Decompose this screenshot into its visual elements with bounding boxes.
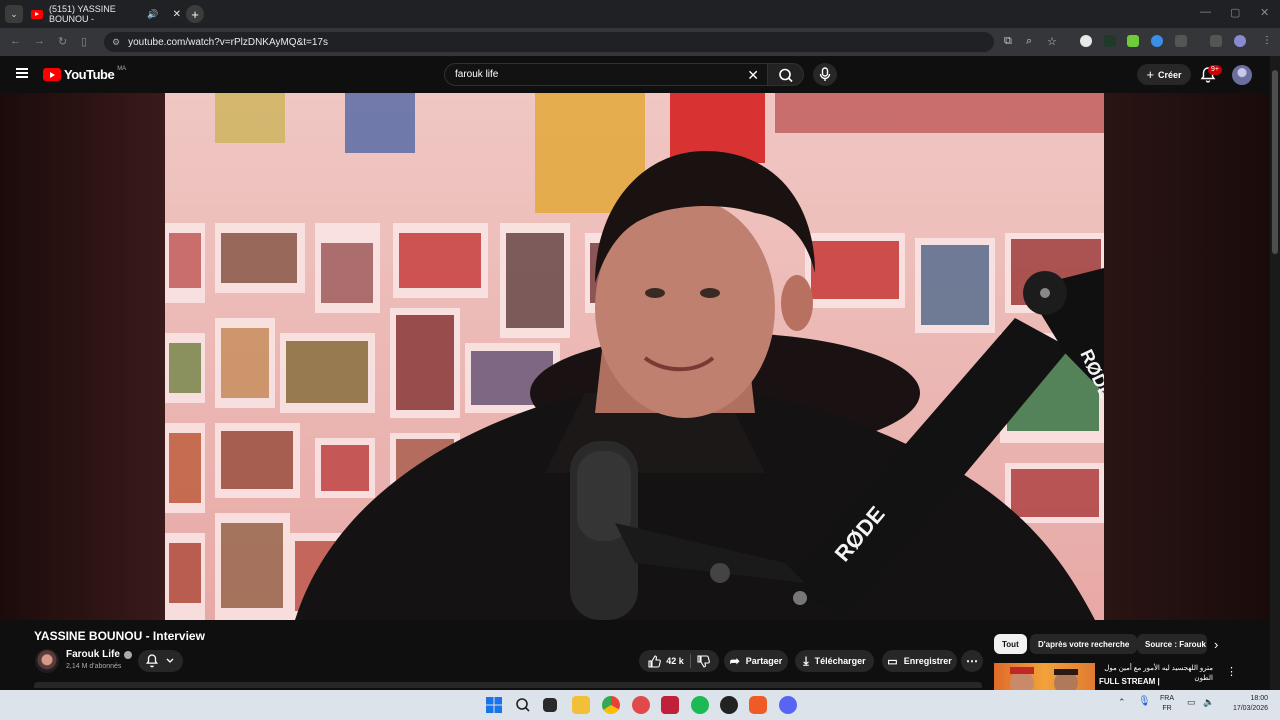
minimize-icon[interactable]: —: [1200, 6, 1211, 18]
thumbs-down-icon[interactable]: [697, 654, 710, 668]
chip-from-search[interactable]: D'après votre recherche: [1030, 634, 1138, 654]
tab-search-button[interactable]: ⌄: [5, 5, 23, 23]
app-icon[interactable]: [720, 696, 738, 714]
create-button[interactable]: + Créer: [1137, 64, 1191, 85]
url-field[interactable]: ⚙ youtube.com/watch?v=rPlzDNKAyMQ&t=17s: [104, 32, 994, 52]
more-horizontal-icon: ⋯: [966, 654, 978, 668]
plus-icon: +: [1146, 67, 1155, 82]
video-frame: RØDE RØDE: [165, 93, 1104, 620]
voice-search-button[interactable]: [813, 63, 837, 86]
download-button[interactable]: ⤓ Télécharger: [795, 650, 874, 672]
input-language[interactable]: FRA FR: [1160, 694, 1174, 714]
chrome-icon[interactable]: [602, 696, 620, 714]
search-button[interactable]: [767, 63, 804, 86]
zoom-icon[interactable]: ⌕: [1026, 35, 1032, 48]
recommended-video-subtitle: FULL STREAM |: [1099, 677, 1160, 686]
video-title: YASSINE BOUNOU - Interview: [34, 629, 205, 643]
extension-icon[interactable]: [1104, 35, 1116, 47]
save-playlist-icon: ▭: [887, 655, 898, 668]
youtube-play-icon: [43, 68, 61, 81]
browser-tab-bar: ⌄ (5151) YASSINE BOUNOU - 🔊 ✕ + — ▢ ✕: [0, 0, 1280, 28]
tab-title: (5151) YASSINE BOUNOU -: [49, 4, 116, 24]
url-text: youtube.com/watch?v=rPlzDNKAyMQ&t=17s: [128, 36, 328, 48]
forward-icon[interactable]: →: [34, 35, 45, 47]
download-icon: ⤓: [803, 653, 809, 668]
verified-badge-icon: [123, 650, 132, 659]
recommended-video-thumbnail[interactable]: [994, 663, 1095, 690]
youtube-logo[interactable]: YouTube MA: [43, 66, 126, 82]
app-icon[interactable]: [632, 696, 650, 714]
share-button[interactable]: ➦ Partager: [724, 650, 788, 672]
extension-icon[interactable]: [1127, 35, 1139, 47]
browser-tab[interactable]: (5151) YASSINE BOUNOU - 🔊 ✕: [27, 2, 181, 26]
reload-icon[interactable]: ↻: [58, 35, 67, 48]
subscriber-count: 2,14 M d'abonnés: [66, 663, 122, 670]
reading-list-icon[interactable]: [1210, 35, 1222, 47]
search-input[interactable]: farouk life ✕: [444, 63, 768, 86]
thumbs-up-icon: [648, 654, 662, 668]
extension-icon[interactable]: [1151, 35, 1163, 47]
like-divider: [689, 654, 691, 668]
close-window-icon[interactable]: ✕: [1260, 6, 1269, 19]
chevron-down-icon: [166, 658, 174, 663]
spotify-icon[interactable]: [691, 696, 709, 714]
clear-search-icon[interactable]: ✕: [747, 67, 759, 84]
discord-icon[interactable]: [779, 696, 797, 714]
recommendation-more-icon[interactable]: ⋮: [1226, 665, 1237, 678]
windows-start-icon[interactable]: [485, 696, 503, 714]
file-explorer-icon[interactable]: [572, 696, 590, 714]
extensions-puzzle-icon[interactable]: [1175, 35, 1187, 47]
network-icon[interactable]: ▭: [1187, 697, 1196, 708]
search-icon: [779, 68, 793, 83]
volume-icon[interactable]: 🔈: [1203, 697, 1214, 708]
youtube-header: YouTube MA farouk life ✕ + Créer 9+: [0, 56, 1270, 93]
tray-expand-icon[interactable]: ⌃: [1118, 697, 1126, 708]
speaker-icon[interactable]: 🔊: [147, 9, 158, 20]
microphone-icon: [819, 67, 831, 81]
save-button[interactable]: ▭ Enregistrer: [882, 650, 957, 672]
adobe-app-icon[interactable]: [661, 696, 679, 714]
chip-all[interactable]: Tout: [994, 634, 1027, 654]
install-icon[interactable]: ⧉: [1004, 35, 1012, 48]
new-tab-button[interactable]: +: [186, 5, 204, 23]
subscription-notifications-button[interactable]: [138, 650, 183, 672]
extension-icon[interactable]: [1080, 35, 1092, 47]
description-box-top[interactable]: [34, 682, 982, 688]
system-clock[interactable]: 18:00 17/03/2026: [1222, 694, 1268, 714]
taskbar-search-icon[interactable]: [514, 696, 532, 714]
menu-icon[interactable]: [16, 68, 28, 78]
channel-avatar[interactable]: [35, 649, 59, 673]
maximize-icon[interactable]: ▢: [1230, 6, 1240, 19]
brave-browser-icon[interactable]: [749, 696, 767, 714]
account-avatar[interactable]: [1232, 65, 1252, 85]
bookmark-star-icon[interactable]: ☆: [1047, 35, 1057, 48]
tray-mic-icon[interactable]: 🎙: [1138, 696, 1151, 707]
site-info-icon[interactable]: ⚙: [112, 37, 120, 48]
chips-next-icon[interactable]: ›: [1214, 637, 1218, 652]
more-actions-button[interactable]: ⋯: [961, 650, 983, 672]
browser-menu-icon[interactable]: ⋮: [1262, 35, 1272, 46]
close-tab-icon[interactable]: ✕: [173, 9, 181, 20]
task-view-icon[interactable]: [543, 698, 557, 712]
back-icon[interactable]: ←: [10, 35, 21, 47]
channel-name[interactable]: Farouk Life: [66, 649, 132, 660]
chip-source[interactable]: Source : Farouk: [1137, 634, 1207, 654]
profile-icon[interactable]: [1234, 35, 1246, 47]
bell-icon: [146, 654, 158, 668]
youtube-favicon-icon: [31, 9, 43, 19]
video-player[interactable]: RØDE RØDE: [165, 93, 1104, 620]
like-dislike-group: 42 k: [639, 650, 719, 672]
share-icon: ➦: [729, 654, 740, 668]
scrollbar-thumb[interactable]: [1272, 70, 1278, 254]
notification-badge: 9+: [1208, 65, 1222, 75]
like-button[interactable]: 42 k: [648, 654, 684, 668]
sidebar-icon[interactable]: ▯: [81, 35, 87, 48]
